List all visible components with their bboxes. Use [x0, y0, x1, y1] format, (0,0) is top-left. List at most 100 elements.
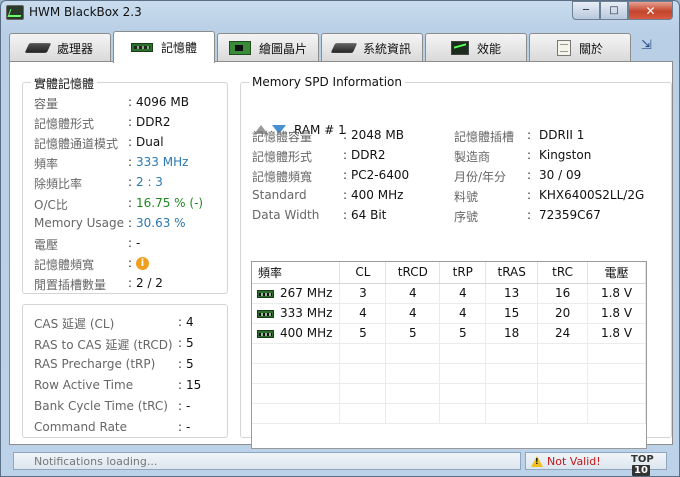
cell-value: 1.8 V [600, 306, 633, 320]
validation-status[interactable]: Not Valid! TOP10 [525, 452, 667, 476]
table-row[interactable] [252, 343, 646, 364]
table-cell: 24 [537, 323, 589, 344]
cell-value: 5 [409, 326, 417, 340]
tab-graphics[interactable]: 繪圖晶片 [217, 33, 319, 62]
separator: : [343, 168, 348, 182]
column-header[interactable]: CL [339, 262, 387, 284]
info-icon[interactable]: i [136, 256, 149, 270]
separator: : [343, 188, 348, 202]
top10-badge[interactable]: TOP10 [631, 454, 666, 476]
table-cell [537, 343, 589, 364]
table-row[interactable] [252, 383, 646, 404]
info-row: 製造商: Kingston [454, 148, 680, 164]
top-badge-number: 10 [632, 465, 650, 476]
table-row[interactable] [252, 363, 646, 384]
info-label: 容量 [34, 97, 59, 111]
info-label: 記憶體插槽 [454, 130, 515, 144]
close-button[interactable]: ✕ [628, 1, 673, 20]
window-title: HWM BlackBox 2.3 [29, 5, 142, 19]
spd-group: Memory SPD Information RAM # 1 記憶體容量:204… [240, 75, 672, 449]
separator: : [128, 255, 133, 270]
separator: : [128, 195, 133, 210]
separator: : [128, 155, 133, 170]
info-label: 頻率 [34, 157, 59, 172]
column-header[interactable]: 電壓 [587, 262, 646, 284]
table-row[interactable] [252, 403, 646, 424]
table-cell: 1.8 V [587, 283, 646, 304]
top-badge-text: TOP [631, 454, 654, 465]
table-cell [485, 343, 539, 364]
cell-value: 5 [458, 326, 467, 340]
table-cell [339, 403, 387, 424]
table-cell [252, 403, 341, 424]
table-cell: 333 MHz [252, 303, 341, 324]
table-cell [439, 343, 487, 364]
info-row: 序號:72359C67 [454, 208, 680, 224]
table-row[interactable]: 267 MHz 3 4 4 13 16 1.8 V [252, 283, 646, 304]
info-label: 製造商 [454, 150, 491, 164]
table-cell [339, 363, 387, 384]
table-cell [252, 363, 341, 384]
info-label: 電壓 [34, 237, 59, 252]
spd-timing-table[interactable]: 頻率 CL tRCD tRP tRAS tRC 電壓 267 MHz 3 4 4 13 16 1.8 V… [251, 261, 647, 449]
info-label: 記憶體頻寬 [252, 170, 313, 184]
cell-value: 333 MHz [280, 306, 333, 320]
info-label: RAS Precharge (tRP) [34, 357, 156, 371]
info-value: 5 [186, 357, 194, 371]
info-value: PC2-6400 [351, 168, 410, 182]
table-cell [439, 363, 487, 384]
performance-monitor-icon [450, 41, 469, 55]
info-label: 記憶體通道模式 [34, 137, 119, 152]
minimize-button[interactable]: ─ [572, 1, 600, 20]
tab-system-info[interactable]: 系統資訊 [321, 33, 423, 62]
tab-label: 記憶體 [160, 41, 197, 55]
separator: : [128, 235, 133, 250]
table-cell: 3 [339, 283, 387, 304]
tab-memory[interactable]: 記憶體 [113, 31, 215, 63]
validation-text: Not Valid! [547, 455, 601, 468]
ram-module-icon [130, 43, 153, 52]
column-header[interactable]: tRAS [485, 262, 539, 284]
cell-value: 24 [554, 326, 571, 340]
table-cell: 20 [537, 303, 589, 324]
info-label: Memory Usage [34, 215, 125, 230]
window-controls: ─ □ ✕ [572, 1, 673, 20]
info-label: 月份/年分 [454, 170, 507, 184]
column-header[interactable]: 頻率 [252, 262, 341, 284]
separator: : [527, 188, 532, 202]
tab-cpu[interactable]: 處理器 [9, 33, 111, 62]
table-cell [485, 383, 539, 404]
tab-performance[interactable]: 效能 [425, 33, 527, 62]
tab-about[interactable]: 關於 [529, 33, 631, 62]
info-value: KHX6400S2LL/2G [539, 188, 645, 202]
column-header[interactable]: tRP [439, 262, 487, 284]
table-cell [537, 403, 589, 424]
info-value: 2 : 3 [136, 175, 163, 190]
info-label: 記憶體容量 [252, 130, 313, 144]
memory-module-icon [257, 289, 274, 298]
table-row[interactable]: 400 MHz 5 5 5 18 24 1.8 V [252, 323, 646, 344]
column-header[interactable]: tRC [537, 262, 589, 284]
physical-memory-title: 實體記憶體 [31, 75, 98, 92]
column-header[interactable]: tRCD [385, 262, 441, 284]
separator: : [128, 115, 133, 130]
cell-value: 20 [554, 306, 571, 320]
maximize-button[interactable]: □ [600, 1, 628, 20]
about-document-icon [556, 40, 571, 56]
separator: : [178, 399, 183, 413]
info-label: O/C比 [34, 197, 68, 212]
separator: : [343, 128, 348, 142]
table-body: 267 MHz 3 4 4 13 16 1.8 V 333 MHz 4 4 4 15 20 1.8 V 40… [252, 283, 646, 424]
table-cell: 5 [385, 323, 441, 344]
expand-panel-icon[interactable]: ⇲ [641, 38, 659, 54]
table-cell [385, 363, 441, 384]
title-bar[interactable]: HWM BlackBox 2.3 ─ □ ✕ [1, 1, 679, 27]
info-value: Kingston [539, 148, 592, 162]
cell-value: 4 [359, 306, 367, 320]
table-cell [485, 363, 539, 384]
info-label: Standard [252, 188, 307, 202]
table-cell [385, 343, 441, 364]
info-value: 30.63 % [136, 215, 186, 230]
cell-value: 18 [504, 326, 520, 340]
table-row[interactable]: 333 MHz 4 4 4 15 20 1.8 V [252, 303, 646, 324]
